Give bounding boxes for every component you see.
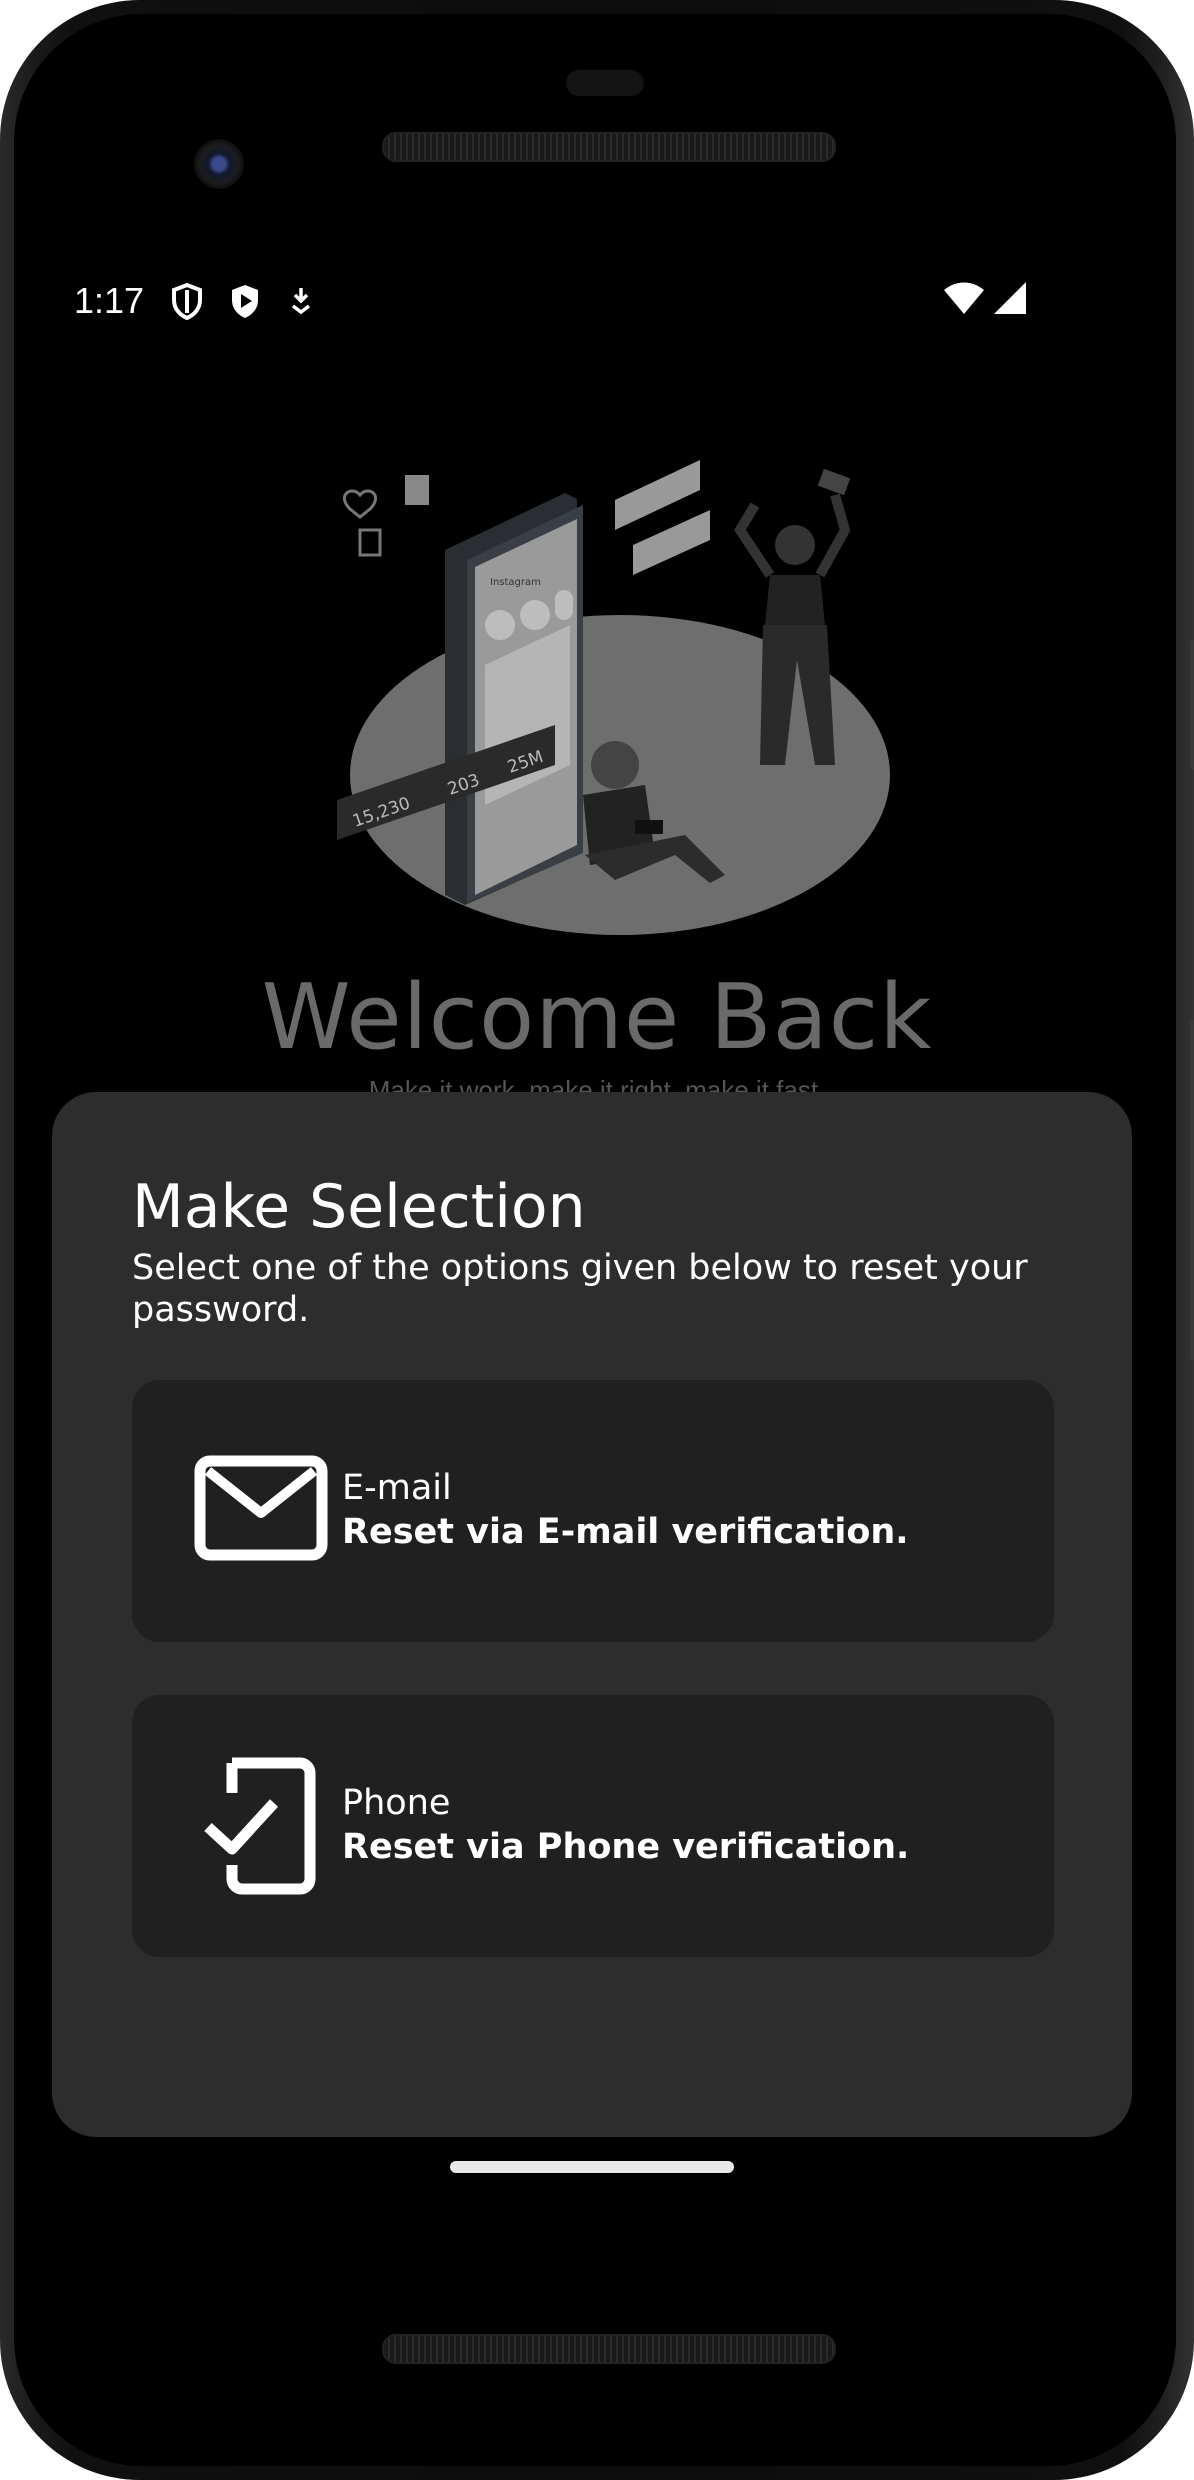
phone-frame: 1:17 Instagram 15,230 203 25M Welcome Ba… <box>0 0 1194 2480</box>
proximity-sensor <box>566 70 644 96</box>
phone-reset-option[interactable]: Phone Reset via Phone verification. <box>132 1695 1054 1957</box>
email-reset-option[interactable]: E-mail Reset via E-mail verification. <box>132 1380 1054 1642</box>
play-protect-icon <box>228 282 262 325</box>
phone-option-description: Reset via Phone verification. <box>342 1827 910 1867</box>
home-gesture-bar[interactable] <box>450 2161 734 2173</box>
reset-method-sheet: Make Selection Select one of the options… <box>52 1092 1132 2137</box>
welcome-illustration: Instagram 15,230 203 25M <box>315 435 915 955</box>
download-icon <box>288 286 314 323</box>
bottom-speaker <box>382 2334 836 2364</box>
volume-rocker <box>1190 1020 1194 1360</box>
email-option-description: Reset via E-mail verification. <box>342 1512 909 1552</box>
status-bar: 1:17 <box>30 280 1164 330</box>
front-camera <box>194 139 244 189</box>
cellular-signal-icon <box>992 280 1028 321</box>
shield-outline-icon <box>170 282 204 325</box>
phone-option-title: Phone <box>342 1783 451 1823</box>
mail-outline-icon <box>194 1455 328 1566</box>
illustration-screen-title: Instagram <box>490 577 541 588</box>
mobile-check-icon <box>204 1753 324 1904</box>
sheet-title: Make Selection <box>132 1172 586 1242</box>
sheet-description: Select one of the options given below to… <box>132 1248 1028 1330</box>
top-speaker <box>382 132 836 162</box>
device-screen: 1:17 Instagram 15,230 203 25M Welcome Ba… <box>30 235 1164 2225</box>
wifi-icon <box>942 280 986 321</box>
illustration-phone: Instagram <box>445 493 583 905</box>
power-button <box>1190 640 1194 770</box>
welcome-title: Welcome Back <box>261 965 933 1070</box>
status-time: 1:17 <box>74 280 145 321</box>
email-option-title: E-mail <box>342 1468 452 1508</box>
